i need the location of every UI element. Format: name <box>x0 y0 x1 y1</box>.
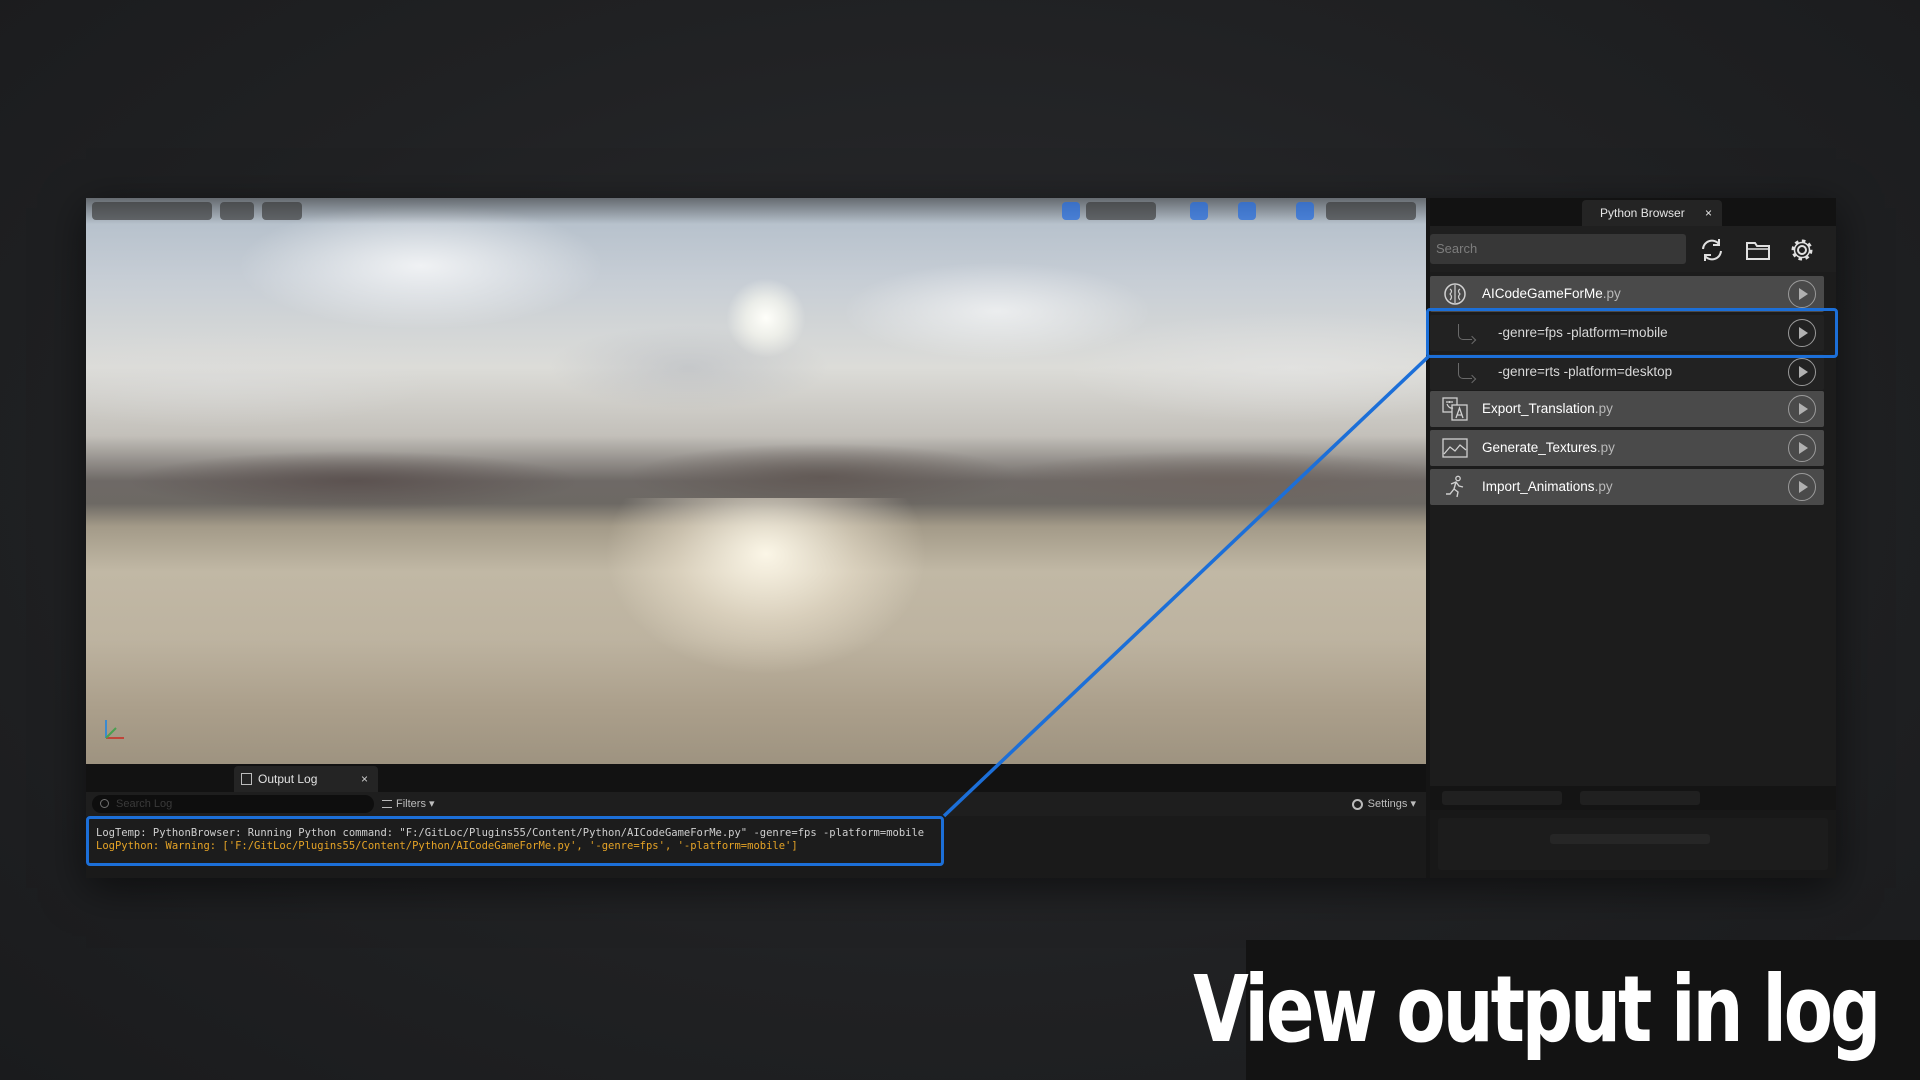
python-browser-panel: Python Browser × Search AICodeGameForMe.… <box>1430 198 1836 878</box>
script-name: AICodeGameForMe.py <box>1482 286 1621 301</box>
log-search-input[interactable]: Search Log <box>92 795 374 813</box>
log-output-highlight: LogTemp: PythonBrowser: Running Python c… <box>86 816 944 866</box>
viewport-transform-buttons[interactable] <box>1086 202 1156 220</box>
viewport-select-mode-button[interactable] <box>1062 202 1080 220</box>
viewport-snap-button[interactable] <box>1190 202 1208 220</box>
python-browser-tab-label: Python Browser <box>1600 206 1685 220</box>
run-script-button[interactable] <box>1788 434 1816 462</box>
viewport-menu-button[interactable] <box>92 202 212 220</box>
running-figure-icon <box>1446 475 1464 498</box>
script-row-import-animations[interactable]: Import_Animations.py <box>1430 469 1824 505</box>
details-tab-bar <box>1430 786 1836 810</box>
details-body <box>1438 818 1828 870</box>
script-row-export-translation[interactable]: Export_Translation.py <box>1430 391 1824 427</box>
script-name: Export_Translation.py <box>1482 401 1613 416</box>
script-search-input[interactable]: Search <box>1430 234 1686 264</box>
log-line: LogTemp: PythonBrowser: Running Python c… <box>96 827 925 839</box>
run-script-button[interactable] <box>1788 473 1816 501</box>
content-drawer-tab[interactable] <box>90 767 230 789</box>
log-search-placeholder: Search Log <box>116 798 173 810</box>
tab-python-browser[interactable]: Python Browser × <box>1582 200 1722 226</box>
viewport-view-mode-button[interactable] <box>262 202 302 220</box>
brain-icon <box>1444 283 1466 305</box>
viewport-toolbar <box>86 198 1426 224</box>
viewport-camera-speed-button[interactable] <box>1326 202 1416 220</box>
viewport-rotate-snap-button[interactable] <box>1238 202 1256 220</box>
outliner-tab[interactable] <box>1440 204 1540 220</box>
details-panel <box>1430 786 1836 878</box>
tab-output-log[interactable]: Output Log × <box>234 766 378 792</box>
folder-icon[interactable] <box>1744 236 1772 264</box>
script-row-aicodegameforme[interactable]: AICodeGameForMe.py <box>1430 276 1824 312</box>
close-icon[interactable]: × <box>1705 200 1712 226</box>
output-log-toolbar: Search Log Filters ▾ Settings ▾ <box>86 792 1426 816</box>
viewport-scale-snap-button[interactable] <box>1296 202 1314 220</box>
run-script-button[interactable] <box>1788 395 1816 423</box>
script-arg-row[interactable]: -genre=rts -platform=desktop <box>1430 354 1824 390</box>
translate-icon <box>1442 397 1468 421</box>
script-args: -genre=rts -platform=desktop <box>1498 364 1673 379</box>
sun <box>726 278 806 358</box>
run-script-button[interactable] <box>1788 280 1816 308</box>
level-viewport[interactable] <box>86 198 1426 764</box>
output-log-tab-label: Output Log <box>258 772 318 786</box>
details-empty-message <box>1550 834 1710 844</box>
caption-bar: View output in log <box>1193 940 1920 1080</box>
run-script-button[interactable] <box>1788 358 1816 386</box>
search-icon <box>100 799 109 808</box>
settings-label: Settings <box>1367 798 1408 810</box>
script-search-placeholder: Search <box>1436 241 1478 256</box>
gear-icon <box>1351 799 1363 810</box>
caption-text: View output in log <box>1192 956 1881 1063</box>
filters-label: Filters <box>396 798 426 810</box>
details-tab[interactable] <box>1442 791 1562 805</box>
axis-gizmo-icon <box>105 720 124 739</box>
log-line-warning: LogPython: Warning: ['F:/GitLoc/Plugins5… <box>96 840 798 852</box>
selected-args-highlight <box>1426 308 1838 358</box>
filters-dropdown[interactable]: Filters ▾ <box>382 795 435 813</box>
gear-icon[interactable] <box>1788 236 1816 264</box>
viewport-camera-button[interactable] <box>220 202 254 220</box>
sub-item-arrow-icon <box>1458 363 1472 379</box>
script-row-generate-textures[interactable]: Generate_Textures.py <box>1430 430 1824 466</box>
sun-glare <box>556 498 976 764</box>
refresh-icon[interactable] <box>1698 236 1726 264</box>
editor-window: Output Log × Search Log Filters ▾ Settin… <box>86 198 1838 878</box>
python-browser-toolbar: Search <box>1430 226 1836 272</box>
script-name: Import_Animations.py <box>1482 479 1613 494</box>
image-icon <box>1442 438 1468 458</box>
close-icon[interactable]: × <box>361 766 368 792</box>
world-settings-tab[interactable] <box>1580 791 1700 805</box>
right-tab-bar: Python Browser × <box>1430 198 1836 226</box>
output-log-icon <box>241 773 252 785</box>
script-name: Generate_Textures.py <box>1482 440 1615 455</box>
filter-icon <box>382 800 392 808</box>
bottom-tab-bar: Output Log × <box>86 764 1426 792</box>
log-settings-dropdown[interactable]: Settings ▾ <box>1351 795 1416 813</box>
